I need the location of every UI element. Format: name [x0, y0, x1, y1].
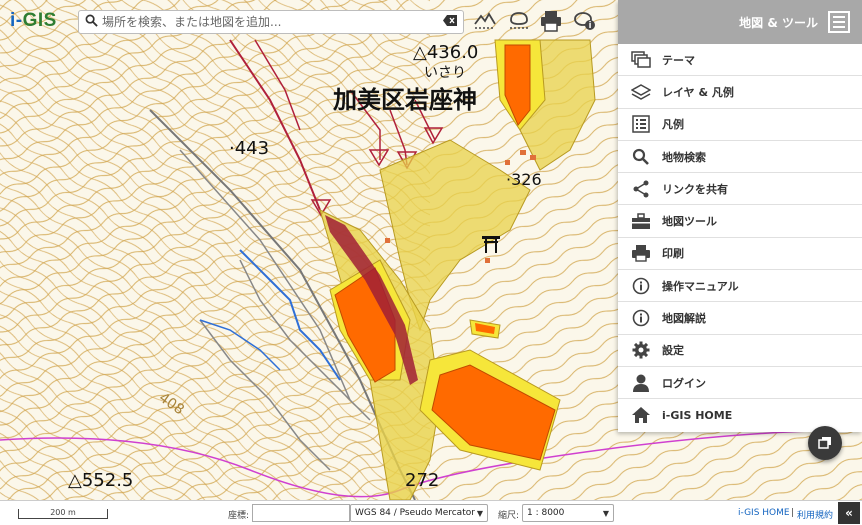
link-divider: |: [791, 508, 795, 518]
menu-item-manual[interactable]: 操作マニュアル: [618, 270, 862, 303]
menu-item-login[interactable]: ログイン: [618, 366, 862, 400]
share-icon: [630, 178, 652, 200]
chevron-down-icon: ▼: [476, 508, 483, 518]
print-tool-button[interactable]: [536, 6, 566, 36]
panel-header: 地図 & ツール: [618, 0, 862, 44]
menu-item-label: 凡例: [662, 118, 684, 132]
print-icon: [630, 242, 652, 264]
info-icon: [630, 307, 652, 329]
info-bubble-icon: [574, 12, 595, 30]
toolbox-icon: [630, 210, 652, 232]
layer-tool-button[interactable]: [504, 6, 534, 36]
layer-icon: [510, 12, 528, 29]
menu-item-print[interactable]: 印刷: [618, 237, 862, 271]
scale-bar-label: 200 m: [50, 508, 76, 517]
place-name: 加美区岩座神: [333, 86, 477, 114]
status-bar: 200 m 座標: WGS 84 / Pseudo Mercator ▼ 縮尺:…: [0, 500, 862, 525]
profile-tool-button[interactable]: [470, 6, 500, 36]
menu-item-share-link[interactable]: リンクを共有: [618, 173, 862, 206]
projection-value: WGS 84 / Pseudo Mercator: [355, 508, 475, 518]
menu-item-map-tools[interactable]: 地図ツール: [618, 205, 862, 238]
search-box: [78, 10, 464, 34]
windows-icon: [818, 437, 831, 449]
elevation-label: △436.0: [413, 42, 479, 63]
logo-text: GIS: [22, 10, 57, 31]
igis-home-link[interactable]: i-GIS HOME: [738, 508, 790, 518]
search-input[interactable]: [98, 15, 443, 29]
gear-icon: [630, 339, 652, 361]
collapse-bar-button[interactable]: «: [838, 502, 860, 524]
menu-item-label: ログイン: [662, 376, 706, 390]
elevation-label: △552.5: [68, 470, 134, 491]
elevation-label: ·326: [506, 170, 542, 189]
tools-panel: 地図 & ツール テーマ レイヤ & 凡例 凡例 地物検索 リンクを共有 地図ツ…: [618, 0, 862, 432]
menu-item-feature-search[interactable]: 地物検索: [618, 140, 862, 174]
user-icon: [630, 372, 652, 394]
theme-icon: [630, 49, 652, 71]
menu-item-label: 操作マニュアル: [662, 279, 739, 293]
menu-item-label: 地図解説: [662, 312, 706, 326]
app-logo[interactable]: i-GIS: [10, 10, 57, 32]
scale-value: 1 : 8000: [527, 508, 565, 518]
menu-item-label: テーマ: [662, 53, 695, 67]
projection-select[interactable]: WGS 84 / Pseudo Mercator ▼: [350, 504, 488, 522]
profile-icon: [474, 12, 496, 29]
coordinate-field[interactable]: [252, 504, 350, 522]
legend-icon: [630, 113, 652, 135]
info-tool-button[interactable]: [570, 6, 600, 36]
print-icon: [541, 11, 561, 32]
info-icon: [630, 275, 652, 297]
elevation-label: ·443: [229, 138, 270, 159]
elevation-label: 272: [405, 470, 440, 491]
terms-link[interactable]: 利用規約: [797, 508, 833, 521]
chevron-down-icon: ▼: [602, 508, 609, 518]
menu-item-label: i-GIS HOME: [662, 408, 733, 422]
menu-item-label: 地図ツール: [662, 215, 717, 229]
menu-item-settings[interactable]: 設定: [618, 334, 862, 367]
home-icon: [630, 404, 652, 426]
double-chevron-left-icon: «: [845, 506, 853, 520]
menu-item-label: 設定: [662, 344, 684, 358]
logo-prefix: i-: [10, 10, 23, 31]
menu-item-label: 地物検索: [662, 150, 706, 164]
scale-bar: 200 m: [18, 509, 108, 519]
coordinate-label: 座標:: [228, 511, 250, 521]
panel-title: 地図 & ツール: [739, 15, 818, 30]
menu-toggle-button[interactable]: [828, 11, 850, 33]
scale-select[interactable]: 1 : 8000 ▼: [522, 504, 614, 522]
clear-input-icon[interactable]: [443, 15, 457, 29]
layers-icon: [630, 81, 652, 103]
menu-item-label: レイヤ & 凡例: [662, 85, 734, 99]
floating-window-button[interactable]: [808, 426, 842, 460]
place-reading: いさり: [424, 65, 466, 81]
menu-item-label: 印刷: [662, 247, 684, 261]
search-icon: [85, 14, 98, 30]
search-icon: [630, 146, 652, 168]
scale-select-label: 縮尺:: [498, 511, 520, 521]
menu-item-label: リンクを共有: [662, 182, 728, 196]
menu-item-layers[interactable]: レイヤ & 凡例: [618, 76, 862, 109]
menu-item-map-guide[interactable]: 地図解説: [618, 302, 862, 335]
menu-item-legend[interactable]: 凡例: [618, 108, 862, 141]
menu-item-theme[interactable]: テーマ: [618, 44, 862, 77]
